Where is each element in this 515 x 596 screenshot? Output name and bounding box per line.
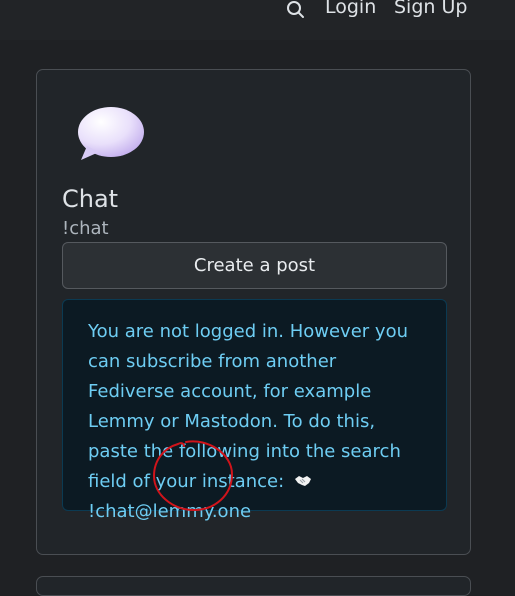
community-sidebar-card: Chat !chat Create a post You are not log… bbox=[36, 69, 471, 555]
not-logged-in-alert: You are not logged in. However you can s… bbox=[62, 299, 447, 522]
community-title: Chat bbox=[62, 185, 119, 213]
login-link[interactable]: Login bbox=[325, 0, 376, 18]
speech-bubble-icon bbox=[75, 104, 147, 164]
signup-link[interactable]: Sign Up bbox=[394, 0, 467, 18]
handshake-icon bbox=[294, 468, 312, 486]
next-card-edge bbox=[36, 576, 471, 596]
community-address[interactable]: !chat@lemmy.one bbox=[88, 501, 251, 522]
alert-text: You are not logged in. However you can s… bbox=[88, 321, 408, 492]
top-navbar: Login Sign Up bbox=[0, 0, 515, 40]
search-icon[interactable] bbox=[286, 0, 306, 20]
create-post-button[interactable]: Create a post bbox=[62, 242, 447, 289]
community-handle: !chat bbox=[62, 218, 109, 239]
